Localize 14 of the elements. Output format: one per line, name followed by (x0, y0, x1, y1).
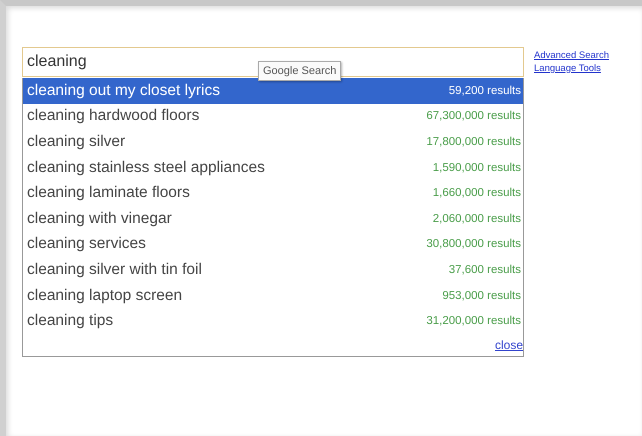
suggestion-item[interactable]: cleaning services 30,800,000 results (23, 232, 523, 258)
suggestion-item[interactable]: cleaning laptop screen 953,000 results (23, 282, 523, 308)
suggestion-item[interactable]: cleaning stainless steel appliances 1,590,000 results (23, 154, 523, 180)
suggestion-item[interactable]: cleaning tips 31,200,000 results (23, 308, 523, 334)
suggestion-item[interactable]: cleaning silver with tin foil 37,600 results (23, 257, 523, 283)
side-link[interactable]: Language Tools (534, 63, 609, 74)
tooltip: Google Search (258, 61, 342, 81)
suggestion-item[interactable]: cleaning silver 17,800,000 results (23, 129, 523, 155)
suggestion-item[interactable]: cleaning with vinegar 2,060,000 results (23, 206, 523, 232)
close-link[interactable]: close (494, 338, 523, 352)
suggestion-item[interactable]: cleaning laminate floors 1,660,000 results (23, 180, 523, 206)
suggestion-item[interactable]: cleaning out my closet lyrics 59,200 results (23, 78, 523, 104)
suggestion-item[interactable]: cleaning hardwood floors 67,300,000 results (23, 104, 523, 130)
side-link[interactable]: Advanced Search (534, 50, 609, 61)
